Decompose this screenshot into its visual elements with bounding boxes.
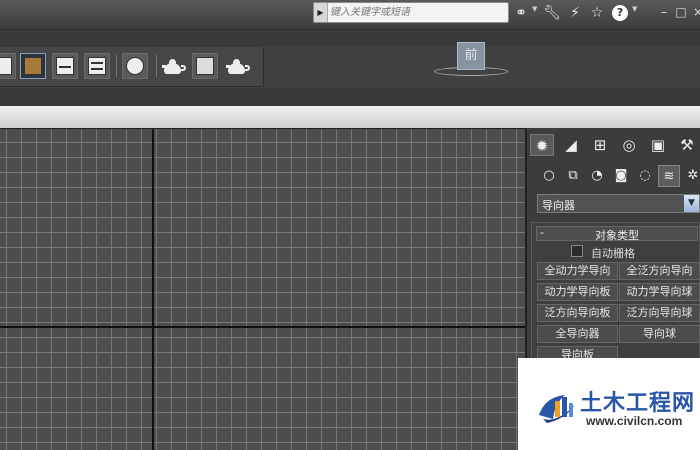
space-warp-category-select[interactable]: 导向器 ▼ xyxy=(537,194,700,213)
front-viewport[interactable] xyxy=(0,128,525,450)
chevron-down-icon[interactable]: ▼ xyxy=(684,195,699,212)
curve-editor-icon[interactable] xyxy=(84,53,110,79)
menu-bar-area xyxy=(0,30,700,47)
space-warps-icon[interactable]: ≋ xyxy=(658,165,680,187)
search-expand-icon[interactable]: ▶ xyxy=(314,3,328,22)
cameras-icon[interactable]: ◙ xyxy=(610,165,632,187)
display-tab-icon[interactable]: ▣ xyxy=(646,134,670,156)
close-button[interactable]: × xyxy=(689,3,700,21)
viewcube[interactable]: 前 xyxy=(457,42,485,70)
wrench-icon[interactable]: 🔧︎ xyxy=(543,4,561,22)
autogrid-label: 自动栅格 xyxy=(591,247,635,260)
rollout-title: 对象类型 xyxy=(595,229,639,242)
category-value: 导向器 xyxy=(542,199,575,212)
chevron-down-icon[interactable]: ▼ xyxy=(632,5,637,13)
chevron-down-icon[interactable]: ▼ xyxy=(532,5,537,13)
infocenter-search[interactable]: ▶ xyxy=(313,2,509,23)
pomniflector-button[interactable]: 全动力学导向 xyxy=(537,262,618,280)
render-frame-icon[interactable] xyxy=(192,53,218,79)
home-grid xyxy=(0,129,525,450)
grid-axis-horizontal xyxy=(0,326,525,328)
pdynaflector-button[interactable]: 动力学导向板 xyxy=(537,283,618,301)
sdynaflector-button[interactable]: 动力学导向球 xyxy=(619,283,700,301)
toolbar-divider xyxy=(116,55,117,77)
ribbon-gap xyxy=(0,88,700,106)
satellite-icon[interactable]: ⚡︎ xyxy=(566,4,584,22)
watermark-title: 土木工程网 xyxy=(580,391,696,416)
grid-axis-vertical xyxy=(152,129,154,450)
create-tab-icon[interactable]: ✹ xyxy=(530,134,554,156)
search-input[interactable] xyxy=(330,4,505,21)
help-icon[interactable]: ? xyxy=(612,5,628,21)
sdeflector-button[interactable]: 导向球 xyxy=(619,325,700,343)
lights-icon[interactable]: ◔ xyxy=(586,165,608,187)
somniflector-button[interactable]: 泛方向导向球 xyxy=(619,304,700,322)
render-icon[interactable] xyxy=(226,57,250,75)
hierarchy-tab-icon[interactable]: ⊞ xyxy=(588,134,612,156)
watermark-url: www.civilcn.com xyxy=(586,414,683,428)
ribbon-strip xyxy=(0,106,700,128)
binoculars-icon[interactable]: ⚭ xyxy=(512,4,530,22)
autogrid-checkbox[interactable] xyxy=(571,245,583,257)
utilities-tab-icon[interactable]: ⚒ xyxy=(675,134,699,156)
systems-icon[interactable]: ✲ xyxy=(682,165,700,187)
motion-tab-icon[interactable]: ◎ xyxy=(617,134,641,156)
shapes-icon[interactable]: ⧉ xyxy=(562,165,584,187)
rendered-frame-window-icon[interactable] xyxy=(52,53,78,79)
pomniflect-plane-button[interactable]: 泛方向导向板 xyxy=(537,304,618,322)
star-icon[interactable]: ☆ xyxy=(588,4,606,22)
civilcn-logo-icon xyxy=(539,395,575,423)
udeflector-button[interactable]: 全导向器 xyxy=(537,325,618,343)
restore-button[interactable]: □ xyxy=(672,3,690,21)
toolbar-divider xyxy=(156,55,157,77)
schematic-view-icon[interactable] xyxy=(122,53,148,79)
minimize-button[interactable]: – xyxy=(655,3,673,21)
helpers-icon[interactable]: ◌ xyxy=(634,165,656,187)
layer-manager-icon[interactable] xyxy=(0,53,16,79)
uomniflector-button[interactable]: 全泛方向导向 xyxy=(619,262,700,280)
modify-tab-icon[interactable]: ◢ xyxy=(559,134,583,156)
render-setup-icon[interactable] xyxy=(20,53,46,79)
geometry-icon[interactable]: ○ xyxy=(538,165,560,187)
material-editor-icon[interactable] xyxy=(162,57,186,75)
